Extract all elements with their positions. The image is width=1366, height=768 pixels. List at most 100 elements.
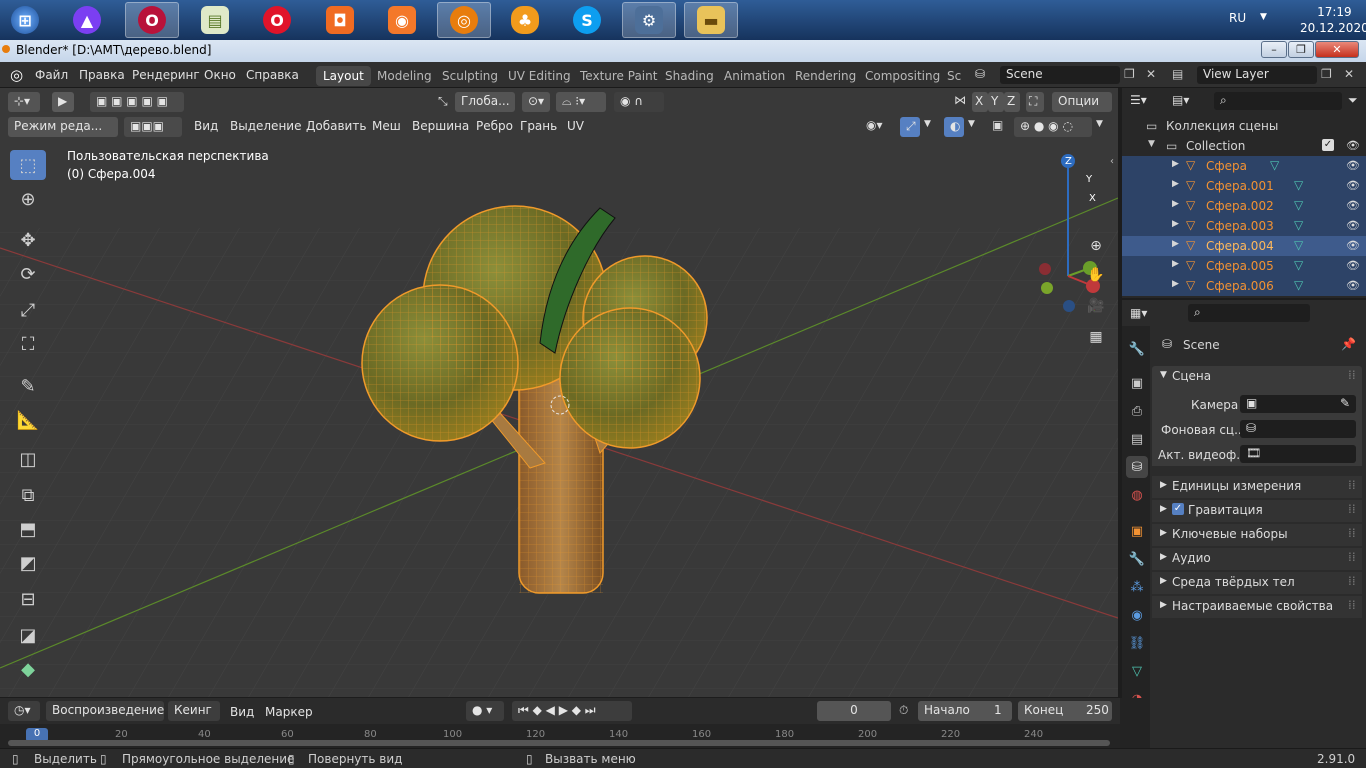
record-icon[interactable]: ● ▾	[466, 701, 504, 721]
expand-chevron-icon[interactable]: ▶	[1172, 179, 1179, 189]
viewport-menu-add[interactable]: Добавить	[306, 119, 366, 133]
tab-compositing[interactable]: Compositing	[858, 66, 947, 86]
eye-icon[interactable]: 👁	[1346, 279, 1360, 292]
expand-chevron-icon[interactable]: ▶	[1172, 159, 1179, 169]
menu-window[interactable]: Окно	[204, 68, 236, 82]
clock[interactable]: 17:19 20.12.2020	[1300, 4, 1366, 36]
end-frame-field[interactable]: Конец 250	[1018, 701, 1112, 721]
properties-editor-icon[interactable]: ▦▾	[1130, 306, 1147, 320]
gravity-checkbox[interactable]: ✓	[1172, 503, 1184, 515]
menu-file[interactable]: Файл	[35, 68, 68, 82]
drag-handle-icon[interactable]: ⁞⁞	[1348, 550, 1356, 564]
tab-animation[interactable]: Animation	[717, 66, 792, 86]
view-layer-field[interactable]: View Layer	[1197, 66, 1317, 84]
view-layer-icon[interactable]: ▤	[1172, 67, 1183, 81]
scene-panel-header[interactable]: ▼ Сцена ⁞⁞	[1152, 366, 1362, 388]
timeline-scrollbar[interactable]	[8, 740, 1110, 746]
language-indicator[interactable]: RU	[1229, 11, 1246, 25]
tab-modeling[interactable]: Modeling	[370, 66, 439, 86]
expand-chevron-icon[interactable]: ▼	[1148, 139, 1155, 149]
taskbar-opera[interactable]: O	[250, 2, 304, 38]
select-mode-icons[interactable]: ▣ ▣ ▣ ▣ ▣	[90, 92, 184, 112]
expand-chevron-icon[interactable]: ▶	[1172, 279, 1179, 289]
mode-dropdown[interactable]: Режим реда...	[8, 117, 118, 137]
pan-hand-icon[interactable]: ✋	[1084, 263, 1108, 287]
taskbar-alice[interactable]: ▲	[60, 2, 114, 38]
xray-icon[interactable]: ▣	[992, 118, 1003, 132]
new-scene-icon[interactable]: ❐	[1124, 67, 1135, 81]
extrude-tool-icon[interactable]: ⧉	[10, 480, 46, 510]
data-tab-icon[interactable]: ▽	[1126, 660, 1148, 682]
object-tab-icon[interactable]: ▣	[1126, 520, 1148, 542]
expand-chevron-icon[interactable]: ▶	[1172, 199, 1179, 209]
taskbar-skype[interactable]: S	[560, 2, 614, 38]
drag-handle-icon[interactable]: ⁞⁞	[1348, 598, 1356, 612]
tab-uv-editing[interactable]: UV Editing	[501, 66, 578, 86]
outliner-editor-icon[interactable]: ☰▾	[1130, 93, 1147, 107]
outliner-collection[interactable]: ▼ ▭ Collection ✓ 👁	[1122, 136, 1366, 156]
units-panel[interactable]: ▶ Единицы измерения ⁞⁞	[1152, 476, 1362, 498]
taskbar-explorer[interactable]: ▬	[684, 2, 738, 38]
tab-scripting[interactable]: Sci	[940, 66, 962, 86]
mesh-data-icon[interactable]: ▽	[1294, 258, 1303, 272]
new-view-layer-icon[interactable]: ❐	[1321, 67, 1332, 81]
custom-properties-panel[interactable]: ▶ Настраиваемые свойства ⁞⁞	[1152, 596, 1362, 618]
rigid-body-panel[interactable]: ▶ Среда твёрдых тел ⁞⁞	[1152, 572, 1362, 594]
keying-dropdown[interactable]: Кеинг	[168, 701, 220, 721]
mirror-z-toggle[interactable]: Z	[1004, 92, 1020, 112]
auto-merge-icon[interactable]: ⛶	[1026, 92, 1044, 112]
scene-tab-icon[interactable]: ⛁	[1126, 456, 1148, 478]
taskbar-notes[interactable]: ▤	[188, 2, 242, 38]
rotate-tool-icon[interactable]: ⟳	[10, 259, 46, 289]
select-tool-icon[interactable]: ▶	[52, 92, 74, 112]
editor-type-icon[interactable]: ⊹▾	[8, 92, 40, 112]
render-tab-icon[interactable]: ▣	[1126, 372, 1148, 394]
viewport-canvas[interactable]	[0, 88, 1118, 697]
mesh-data-icon[interactable]: ▽	[1294, 278, 1303, 292]
mesh-data-icon[interactable]: ▽	[1294, 178, 1303, 192]
mesh-data-icon[interactable]: ▽	[1294, 238, 1303, 252]
eye-icon[interactable]: 👁	[1346, 199, 1360, 212]
blender-menu-icon[interactable]: ◎	[10, 66, 23, 84]
camera-field[interactable]: ▣ ✎	[1240, 395, 1356, 413]
audio-panel[interactable]: ▶ Аудио ⁞⁞	[1152, 548, 1362, 570]
eye-icon[interactable]: 👁	[1346, 219, 1360, 232]
shading-chevron-icon[interactable]: ▼	[1096, 119, 1103, 129]
filter-icon[interactable]: ⏷	[1348, 93, 1358, 108]
pin-icon[interactable]: 📌	[1341, 337, 1356, 351]
language-chevron-icon[interactable]: ▼	[1260, 12, 1267, 22]
collection-checkbox[interactable]: ✓	[1322, 139, 1334, 151]
taskbar-camera[interactable]: ◉	[375, 2, 429, 38]
constraints-tab-icon[interactable]: ⛓	[1126, 632, 1148, 654]
start-button[interactable]: ⊞	[0, 2, 50, 38]
gravity-panel[interactable]: ▶ ✓ Гравитация ⁞⁞	[1152, 500, 1362, 522]
move-tool-icon[interactable]: ✥	[10, 225, 46, 255]
viewport-menu-view[interactable]: Вид	[194, 119, 218, 133]
delete-view-layer-icon[interactable]: ✕	[1344, 67, 1354, 81]
viewport-menu-uv[interactable]: UV	[567, 119, 584, 133]
taskbar-screenshot[interactable]: ◘	[313, 2, 367, 38]
pivot-point-icon[interactable]: ⊙▾	[522, 92, 550, 112]
eye-icon[interactable]: 👁	[1346, 179, 1360, 192]
mesh-data-icon[interactable]: ▽	[1294, 198, 1303, 212]
active-clip-field[interactable]: 🎞	[1240, 445, 1356, 463]
camera-view-icon[interactable]: 🎥	[1084, 294, 1108, 318]
mirror-x-toggle[interactable]: X	[972, 92, 988, 112]
outliner-object-row-active[interactable]: ▶ ▽ Сфера.004 ▽ 👁	[1122, 236, 1366, 256]
sidebar-toggle-icon[interactable]: ‹	[1110, 156, 1114, 167]
start-frame-field[interactable]: Начало 1	[918, 701, 1012, 721]
drag-handle-icon[interactable]: ⁞⁞	[1348, 574, 1356, 588]
menu-edit[interactable]: Правка	[79, 68, 125, 82]
drag-handle-icon[interactable]: ⁞⁞	[1348, 526, 1356, 540]
zoom-icon[interactable]: ⊕	[1084, 234, 1108, 258]
visibility-icon[interactable]: ◉▾	[866, 118, 883, 132]
3d-viewport[interactable]: Z Y X ⊹▾ ▶ ▣ ▣ ▣ ▣ ▣ ⤡ Глоба... ⊙▾ ⌓ ⁝▾ …	[0, 88, 1118, 697]
outliner-object-row[interactable]: ▶ ▽ Сфера.002 ▽ 👁	[1122, 196, 1366, 216]
playback-controls-icons[interactable]: ⏮ ◆ ◀ ▶ ◆ ⏭	[512, 701, 632, 721]
maximize-button[interactable]: ❐	[1288, 41, 1314, 58]
ortho-grid-icon[interactable]: ▦	[1084, 325, 1108, 349]
outliner-object-row[interactable]: ▶ ▽ Сфера.005 ▽ 👁	[1122, 256, 1366, 276]
outliner-object-row[interactable]: ▶ ▽ Сфера ▽ 👁	[1122, 156, 1366, 176]
physics-tab-icon[interactable]: ◉	[1126, 604, 1148, 626]
expand-chevron-icon[interactable]: ▶	[1172, 259, 1179, 269]
